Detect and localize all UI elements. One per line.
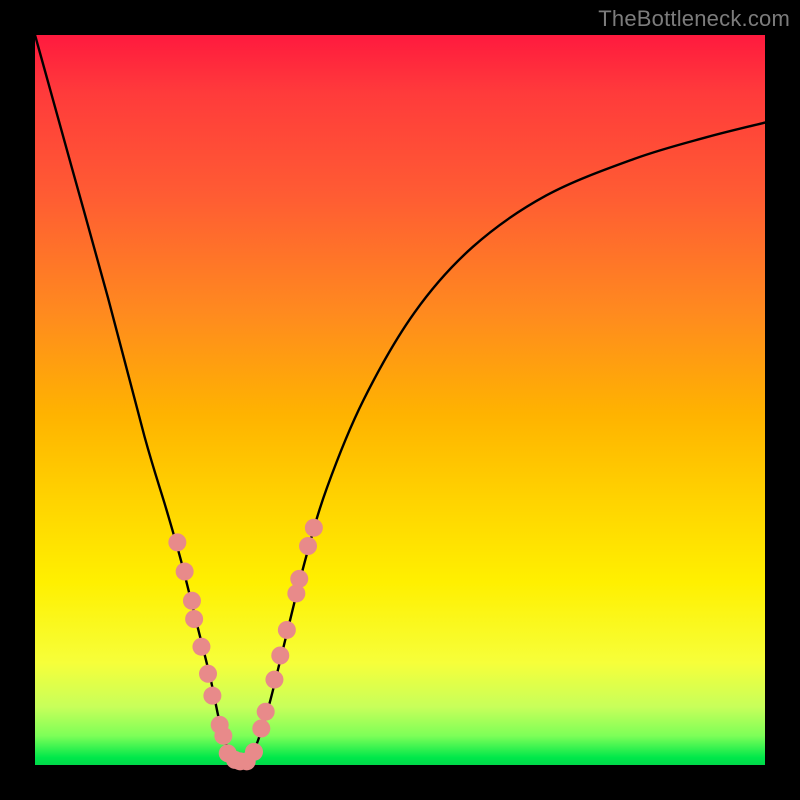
plot-area <box>35 35 765 765</box>
sample-marker <box>185 610 203 628</box>
sample-marker <box>168 533 186 551</box>
bottleneck-curve <box>35 35 765 762</box>
sample-marker <box>305 519 323 537</box>
sample-marker <box>245 743 263 761</box>
sample-marker <box>252 720 270 738</box>
chart-svg <box>35 35 765 765</box>
sample-marker <box>257 703 275 721</box>
sample-marker <box>199 665 217 683</box>
sample-marker <box>192 638 210 656</box>
sample-marker <box>278 621 296 639</box>
sample-marker <box>265 671 283 689</box>
watermark-text: TheBottleneck.com <box>598 6 790 32</box>
sample-marker <box>176 563 194 581</box>
sample-marker <box>203 687 221 705</box>
sample-marker <box>214 727 232 745</box>
chart-frame: TheBottleneck.com <box>0 0 800 800</box>
sample-marker <box>290 570 308 588</box>
sample-marker <box>299 537 317 555</box>
sample-marker <box>183 592 201 610</box>
sample-markers <box>168 519 323 771</box>
sample-marker <box>271 647 289 665</box>
